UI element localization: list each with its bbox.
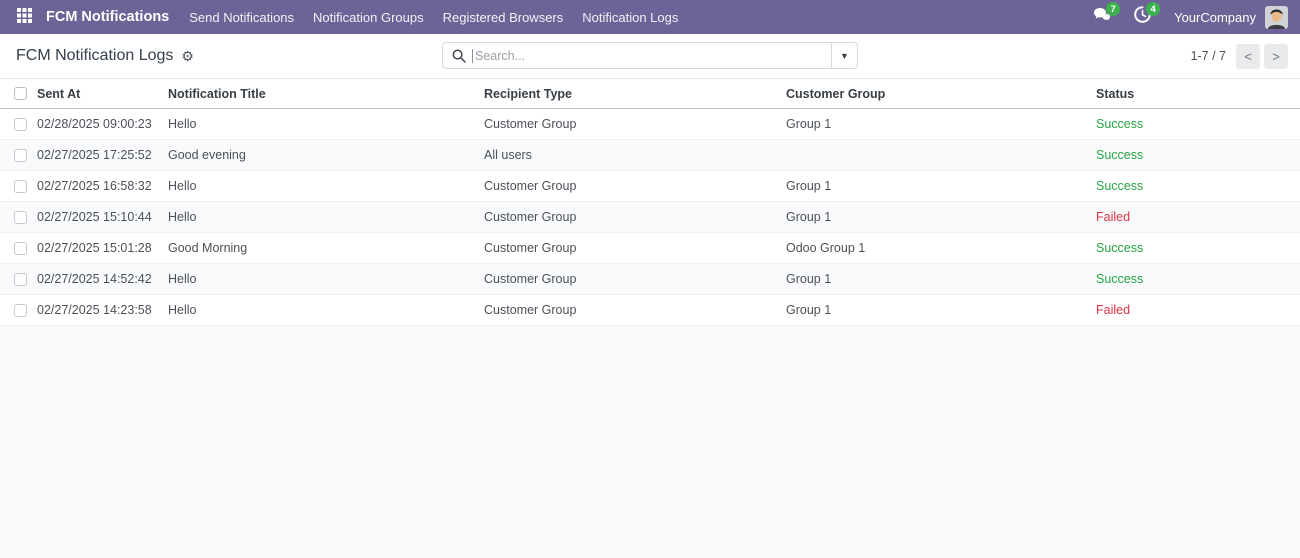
- cell-status: Success: [1096, 263, 1300, 295]
- column-header-notification-title[interactable]: Notification Title: [168, 78, 484, 109]
- select-all-checkbox[interactable]: [14, 87, 27, 100]
- row-checkbox[interactable]: [14, 303, 27, 317]
- column-header-recipient-type[interactable]: Recipient Type: [484, 78, 786, 109]
- cell-recipient: Customer Group: [484, 232, 786, 264]
- cell-group: Group 1: [786, 263, 1096, 295]
- column-header-customer-group[interactable]: Customer Group: [786, 78, 1096, 109]
- row-checkbox[interactable]: [14, 241, 27, 255]
- cell-recipient: All users: [484, 139, 786, 171]
- table-row[interactable]: 02/27/2025 14:52:42 Hello Customer Group…: [0, 263, 1300, 295]
- messages-button[interactable]: 7: [1090, 2, 1121, 29]
- apps-grid-icon: [16, 8, 32, 26]
- table-row[interactable]: 02/27/2025 16:58:32 Hello Customer Group…: [0, 170, 1300, 202]
- apps-menu-button[interactable]: [10, 0, 38, 34]
- row-checkbox[interactable]: [14, 117, 27, 131]
- cell-title: Good Morning: [168, 232, 484, 264]
- menu-notification-logs[interactable]: Notification Logs: [582, 10, 678, 25]
- table-row[interactable]: 02/27/2025 17:25:52 Good evening All use…: [0, 139, 1300, 171]
- chevron-left-icon: <: [1244, 48, 1252, 64]
- cell-recipient: Customer Group: [484, 170, 786, 202]
- notification-logs-table: Sent At Notification Title Recipient Typ…: [0, 78, 1300, 326]
- chevron-down-icon: ▼: [840, 50, 849, 61]
- table-row[interactable]: 02/27/2025 15:10:44 Hello Customer Group…: [0, 201, 1300, 233]
- row-checkbox[interactable]: [14, 210, 27, 224]
- cell-title: Hello: [168, 108, 484, 140]
- search-bar: ▼: [442, 42, 858, 69]
- systray: 7 4 YourCompany: [1090, 2, 1288, 29]
- cell-status: Success: [1096, 108, 1300, 140]
- user-avatar: [1265, 5, 1288, 29]
- cell-status: Failed: [1096, 201, 1300, 233]
- messages-count-badge: 7: [1106, 2, 1121, 16]
- cell-status: Success: [1096, 170, 1300, 202]
- cell-sent-at: 02/27/2025 17:25:52: [37, 139, 168, 171]
- menu-notification-groups[interactable]: Notification Groups: [313, 10, 424, 25]
- cell-sent-at: 02/27/2025 14:52:42: [37, 263, 168, 295]
- cell-sent-at: 02/27/2025 15:01:28: [37, 232, 168, 264]
- cell-status: Failed: [1096, 294, 1300, 326]
- table-row[interactable]: 02/28/2025 09:00:23 Hello Customer Group…: [0, 108, 1300, 140]
- table-row[interactable]: 02/27/2025 14:23:58 Hello Customer Group…: [0, 294, 1300, 326]
- table-row[interactable]: 02/27/2025 15:01:28 Good Morning Custome…: [0, 232, 1300, 264]
- chevron-right-icon: >: [1272, 48, 1280, 64]
- cell-title: Hello: [168, 263, 484, 295]
- table-header-row: Sent At Notification Title Recipient Typ…: [0, 78, 1300, 109]
- cell-sent-at: 02/27/2025 15:10:44: [37, 201, 168, 233]
- cell-title: Hello: [168, 294, 484, 326]
- table-body: 02/28/2025 09:00:23 Hello Customer Group…: [0, 108, 1300, 326]
- cell-group: Group 1: [786, 108, 1096, 140]
- search-icon[interactable]: [452, 49, 466, 63]
- cell-title: Good evening: [168, 139, 484, 171]
- app-brand[interactable]: FCM Notifications: [46, 9, 169, 25]
- cell-group: Group 1: [786, 201, 1096, 233]
- text-caret: [472, 49, 473, 63]
- row-checkbox[interactable]: [14, 148, 27, 162]
- cell-title: Hello: [168, 201, 484, 233]
- cell-status: Success: [1096, 232, 1300, 264]
- column-header-sent-at[interactable]: Sent At: [37, 78, 168, 109]
- pager-range: 1-7 / 7: [1190, 49, 1226, 63]
- control-panel: FCM Notification Logs ⚙ ▼ 1-7 / 7 < >: [0, 34, 1300, 78]
- cell-sent-at: 02/27/2025 14:23:58: [37, 294, 168, 326]
- cell-recipient: Customer Group: [484, 294, 786, 326]
- row-checkbox[interactable]: [14, 272, 27, 286]
- top-navbar: FCM Notifications Send Notifications Not…: [0, 0, 1300, 34]
- app-menus: Send Notifications Notification Groups R…: [189, 10, 678, 25]
- activities-button[interactable]: 4: [1130, 2, 1161, 29]
- pager-next-button[interactable]: >: [1264, 43, 1288, 69]
- search-dropdown-toggle[interactable]: ▼: [831, 43, 857, 68]
- cell-group: [786, 139, 1096, 171]
- cell-sent-at: 02/27/2025 16:58:32: [37, 170, 168, 202]
- row-checkbox[interactable]: [14, 179, 27, 193]
- cell-status: Success: [1096, 139, 1300, 171]
- menu-send-notifications[interactable]: Send Notifications: [189, 10, 294, 25]
- cell-recipient: Customer Group: [484, 263, 786, 295]
- search-input[interactable]: [472, 43, 831, 68]
- page-title: FCM Notification Logs: [16, 47, 174, 64]
- pager: 1-7 / 7 < >: [1190, 43, 1288, 69]
- menu-registered-browsers[interactable]: Registered Browsers: [443, 10, 564, 25]
- user-menu[interactable]: YourCompany: [1170, 5, 1288, 29]
- gear-icon[interactable]: ⚙: [181, 49, 194, 63]
- cell-group: Odoo Group 1: [786, 232, 1096, 264]
- cell-title: Hello: [168, 170, 484, 202]
- activities-count-badge: 4: [1146, 2, 1161, 16]
- cell-group: Group 1: [786, 170, 1096, 202]
- company-name: YourCompany: [1174, 9, 1256, 25]
- cell-sent-at: 02/28/2025 09:00:23: [37, 108, 168, 140]
- column-header-status[interactable]: Status: [1096, 78, 1300, 109]
- cell-recipient: Customer Group: [484, 201, 786, 233]
- cell-group: Group 1: [786, 294, 1096, 326]
- pager-previous-button[interactable]: <: [1236, 43, 1260, 69]
- cell-recipient: Customer Group: [484, 108, 786, 140]
